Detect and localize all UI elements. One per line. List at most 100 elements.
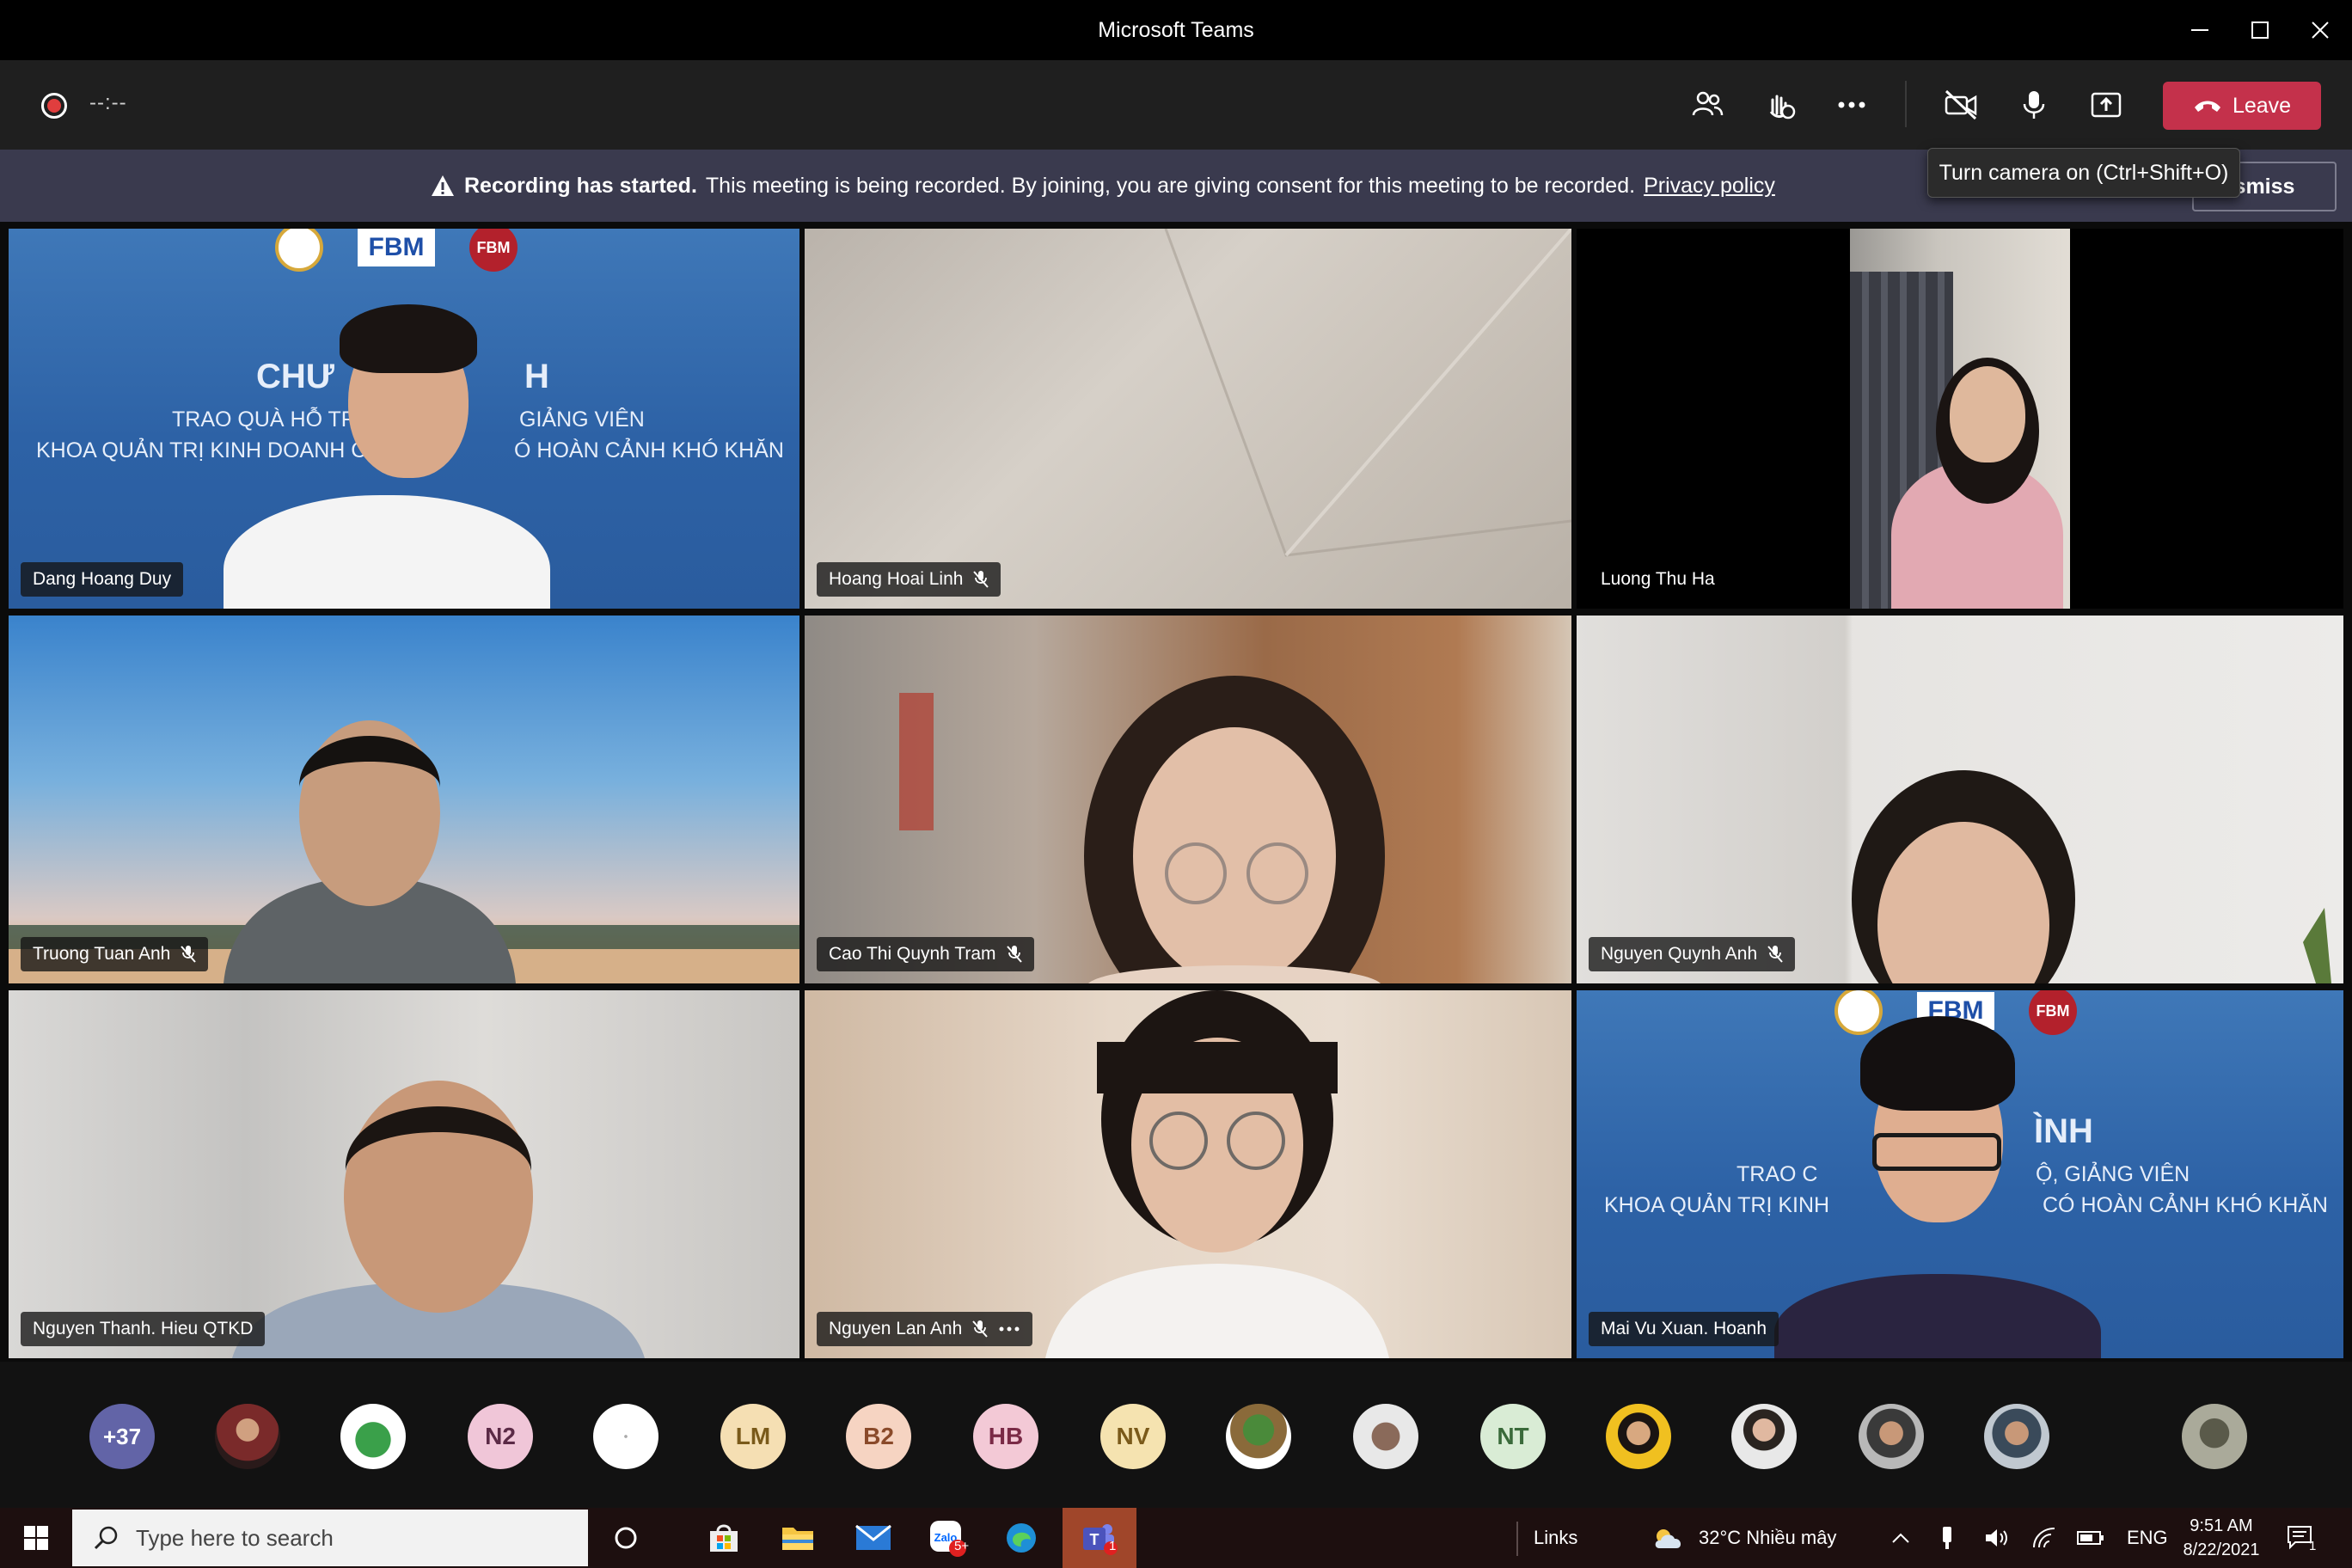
volume-tray-icon[interactable]: [1984, 1508, 2010, 1568]
clock-time: 9:51 AM: [2190, 1516, 2253, 1535]
share-screen-icon: [2091, 92, 2122, 118]
participant-avatar[interactable]: LM: [720, 1404, 786, 1469]
participant-avatar[interactable]: [1731, 1404, 1797, 1469]
hang-up-icon: [2194, 101, 2220, 112]
weather-widget[interactable]: 32°C Nhiều mây: [1652, 1508, 1836, 1568]
minimize-button[interactable]: [2170, 0, 2230, 60]
edge-icon: [1007, 1523, 1036, 1553]
leave-button[interactable]: Leave: [2163, 82, 2321, 130]
battery-tray-icon[interactable]: [2077, 1508, 2104, 1568]
start-button[interactable]: [0, 1508, 72, 1568]
participant-video: [9, 229, 799, 609]
recording-indicator-icon: [41, 93, 67, 119]
svg-text:T: T: [1090, 1531, 1099, 1548]
language-indicator[interactable]: ENG: [2127, 1508, 2168, 1568]
teams-app[interactable]: T 1: [1063, 1508, 1136, 1568]
participant-name: Nguyen Lan Anh: [829, 1319, 963, 1338]
meeting-timer: --:--: [89, 91, 127, 114]
store-app[interactable]: [688, 1508, 760, 1568]
more-actions-button[interactable]: [1826, 79, 1877, 131]
folder-icon: [782, 1528, 813, 1550]
video-tile[interactable]: FBM FBM ÌNH TRAO C Ộ, GIẢNG VIÊN KHOA QU…: [1577, 990, 2343, 1358]
share-content-button[interactable]: [2080, 79, 2132, 131]
network-tray-icon[interactable]: [2032, 1508, 2056, 1568]
participant-avatar[interactable]: HB: [973, 1404, 1038, 1469]
window-title: Microsoft Teams: [1098, 18, 1254, 42]
participant-avatar[interactable]: B2: [846, 1404, 911, 1469]
video-tile[interactable]: Cao Thi Quynh Tram: [805, 616, 1571, 983]
notification-badge: 1: [2309, 1539, 2317, 1553]
maximize-icon: [2251, 21, 2269, 39]
participant-avatar[interactable]: [593, 1404, 658, 1469]
taskbar-search-box[interactable]: Type here to search: [72, 1510, 588, 1566]
zalo-app[interactable]: Zalo 5+: [911, 1508, 983, 1568]
video-tile[interactable]: Nguyen Lan Anh: [805, 990, 1571, 1358]
close-icon: [2312, 21, 2329, 39]
mic-muted-icon: [181, 946, 197, 963]
cortana-button[interactable]: [590, 1508, 662, 1568]
participant-avatar[interactable]: N2: [468, 1404, 533, 1469]
more-participants-avatar[interactable]: +37: [89, 1404, 155, 1469]
clock[interactable]: 9:51 AM 8/22/2021: [2184, 1508, 2260, 1568]
participant-avatar[interactable]: [1226, 1404, 1291, 1469]
mail-app[interactable]: [837, 1508, 910, 1568]
camera-button[interactable]: [1936, 79, 1988, 131]
participant-avatar[interactable]: NV: [1100, 1404, 1166, 1469]
chevron-up-icon: [1892, 1533, 1909, 1543]
notifications-button[interactable]: 1: [2287, 1508, 2316, 1568]
windows-logo-icon: [24, 1526, 48, 1550]
video-tile[interactable]: Hoang Hoai Linh: [805, 229, 1571, 609]
show-participants-button[interactable]: [1681, 79, 1733, 131]
maximize-button[interactable]: [2230, 0, 2290, 60]
video-tile[interactable]: FBM FBM CHƯ H TRAO QUÀ HỖ TR GIẢNG VIÊN …: [9, 229, 799, 609]
recording-banner-text: Recording has started. This meeting is b…: [430, 150, 1775, 222]
microphone-button[interactable]: [2008, 79, 2060, 131]
mic-muted-icon: [1006, 946, 1022, 963]
video-tile[interactable]: Truong Tuan Anh: [9, 616, 799, 983]
toolbar-separator: [1905, 81, 1907, 127]
participant-name-chip: Nguyen Thanh. Hieu QTKD: [21, 1312, 266, 1346]
participant-avatar[interactable]: NT: [1480, 1404, 1546, 1469]
participant-avatar[interactable]: [1984, 1404, 2049, 1469]
show-hidden-icons-button[interactable]: [1891, 1508, 1910, 1568]
recording-started-label: Recording has started.: [464, 174, 697, 198]
reactions-button[interactable]: [1754, 79, 1805, 131]
edge-app[interactable]: [985, 1508, 1057, 1568]
participant-name: Cao Thi Quynh Tram: [829, 944, 996, 964]
participant-avatar[interactable]: [215, 1404, 280, 1469]
recording-consent-text: This meeting is being recorded. By joini…: [705, 174, 1636, 198]
close-window-button[interactable]: [2290, 0, 2350, 60]
links-toolbar[interactable]: Links: [1534, 1508, 1577, 1568]
participant-avatar[interactable]: [2182, 1404, 2247, 1469]
mail-icon: [855, 1525, 891, 1550]
participant-video: [232, 1081, 645, 1358]
participant-avatar[interactable]: [1859, 1404, 1924, 1469]
video-tile[interactable]: Nguyen Thanh. Hieu QTKD: [9, 990, 799, 1358]
warning-icon: [432, 175, 454, 196]
participant-name: Hoang Hoai Linh: [829, 569, 964, 589]
privacy-policy-link[interactable]: Privacy policy: [1644, 150, 1775, 222]
file-explorer-app[interactable]: [762, 1508, 834, 1568]
participant-name: Mai Vu Xuan. Hoanh: [1601, 1319, 1767, 1338]
video-tile[interactable]: Nguyen Quynh Anh: [1577, 616, 2343, 983]
participant-name-chip: Nguyen Quynh Anh: [1589, 937, 1796, 971]
participant-video: [1850, 229, 2070, 609]
participant-video: [899, 676, 1385, 983]
mic-muted-icon: [973, 571, 989, 588]
video-tile[interactable]: Luong Thu Ha: [1577, 229, 2343, 609]
participant-name: Nguyen Thanh. Hieu QTKD: [33, 1319, 254, 1338]
participant-avatar[interactable]: [1353, 1404, 1418, 1469]
participant-video: [1852, 770, 2331, 983]
participant-video: [9, 720, 799, 983]
minimize-icon: [2191, 29, 2208, 31]
participant-avatar[interactable]: [1606, 1404, 1671, 1469]
zalo-badge: 5+: [954, 1539, 970, 1553]
more-options-icon[interactable]: [998, 1326, 1020, 1332]
leave-label: Leave: [2232, 93, 2292, 118]
participant-name: Nguyen Quynh Anh: [1601, 944, 1758, 964]
usb-tray-icon[interactable]: [1939, 1508, 1955, 1568]
search-placeholder: Type here to search: [136, 1524, 334, 1551]
participant-avatar[interactable]: [340, 1404, 406, 1469]
raise-hand-icon: [1769, 95, 1796, 119]
participant-name-chip: Luong Thu Ha: [1589, 562, 1727, 597]
